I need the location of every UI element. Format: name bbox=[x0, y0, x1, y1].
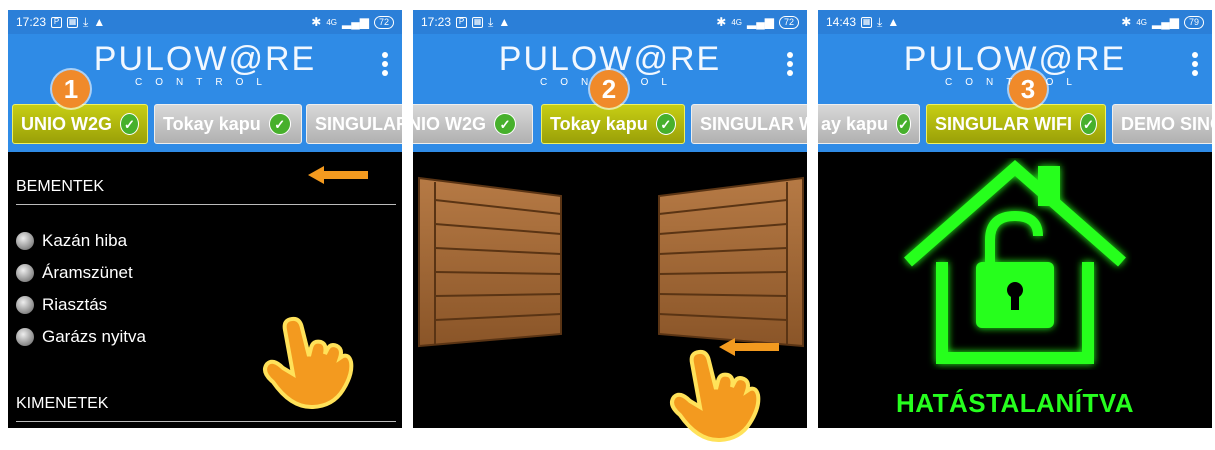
status-time: 17:23 bbox=[421, 15, 452, 29]
swipe-hand-icon bbox=[670, 349, 761, 443]
battery-level: 72 bbox=[778, 15, 799, 29]
grid-icon: ▦ bbox=[861, 16, 873, 28]
tab-tokay-kapu[interactable]: ay kapu ✓ bbox=[818, 104, 920, 144]
bluetooth-icon: ✱ bbox=[716, 15, 727, 29]
security-state-label: HATÁSTALANÍTVA bbox=[895, 388, 1135, 418]
status-led-icon bbox=[16, 328, 34, 346]
swipe-left-arrow-icon bbox=[308, 166, 368, 184]
tab-demo-singular[interactable]: DEMO SING bbox=[1112, 104, 1212, 144]
network-type: 4G bbox=[731, 17, 743, 27]
warning-icon: ▲ bbox=[887, 15, 900, 29]
status-bar: 17:23 P ▦ ⤓ ▲ ✱ 4G ▂▄▆ 72 bbox=[8, 10, 402, 34]
warning-icon: ▲ bbox=[93, 15, 106, 29]
tab-unio-w2g[interactable]: UNIO W2G ✓ bbox=[12, 104, 148, 144]
house-unlocked-icon[interactable] bbox=[898, 158, 1132, 370]
battery-level: 72 bbox=[373, 15, 394, 29]
status-time: 14:43 bbox=[826, 15, 857, 29]
tab-singular[interactable]: SINGULAR bbox=[306, 104, 402, 144]
download-icon: ⤓ bbox=[83, 14, 89, 29]
list-item: Áramszünet bbox=[16, 257, 402, 289]
tab-unio-w2g[interactable]: NIO W2G ✓ bbox=[413, 104, 533, 144]
status-led-icon bbox=[16, 296, 34, 314]
status-bar: 14:43 ▦ ⤓ ▲ ✱ 4G ▂▄▆ 79 bbox=[818, 10, 1212, 34]
tab-tokay-kapu[interactable]: Tokay kapu ✓ bbox=[541, 104, 685, 144]
tab-singular[interactable]: SINGULAR W bbox=[691, 104, 807, 144]
overflow-menu-icon[interactable] bbox=[1192, 52, 1198, 79]
grid-icon: ▦ bbox=[67, 16, 79, 28]
device-panel: BEMENTEK Kazán hiba Áramszünet Riasztás … bbox=[8, 152, 402, 428]
check-icon: ✓ bbox=[494, 113, 517, 135]
step-badge: 3 bbox=[1009, 70, 1047, 108]
overflow-menu-icon[interactable] bbox=[382, 52, 388, 79]
device-tabs: ay kapu ✓ SINGULAR WIFI ✓ DEMO SING bbox=[818, 96, 1212, 152]
check-icon: ✓ bbox=[1080, 113, 1097, 135]
swipe-hand-icon bbox=[263, 316, 354, 410]
check-icon: ✓ bbox=[655, 113, 676, 135]
overflow-menu-icon[interactable] bbox=[787, 52, 793, 79]
alarm-panel bbox=[818, 152, 1212, 428]
signal-icon: ▂▄▆ bbox=[747, 15, 774, 29]
screen-1: 17:23 P ▦ ⤓ ▲ ✱ 4G ▂▄▆ 72 PULOW@RE CONTR… bbox=[8, 10, 402, 428]
bluetooth-icon: ✱ bbox=[311, 15, 322, 29]
check-icon: ✓ bbox=[120, 113, 139, 135]
notification-icon: P bbox=[456, 16, 468, 28]
signal-icon: ▂▄▆ bbox=[342, 15, 369, 29]
bluetooth-icon: ✱ bbox=[1121, 15, 1132, 29]
tab-tokay-kapu[interactable]: Tokay kapu ✓ bbox=[154, 104, 302, 144]
screen-3: 14:43 ▦ ⤓ ▲ ✱ 4G ▂▄▆ 79 PULOW@RE CONTROL… bbox=[818, 10, 1212, 428]
list-item: Kazán hiba bbox=[16, 225, 402, 257]
warning-icon: ▲ bbox=[498, 15, 511, 29]
check-icon: ✓ bbox=[268, 113, 291, 135]
grid-icon: ▦ bbox=[472, 16, 484, 28]
download-icon: ⤓ bbox=[488, 14, 494, 29]
notification-icon: P bbox=[51, 16, 63, 28]
battery-level: 79 bbox=[1183, 15, 1204, 29]
network-type: 4G bbox=[1136, 17, 1148, 27]
signal-icon: ▂▄▆ bbox=[1152, 15, 1179, 29]
network-type: 4G bbox=[326, 17, 338, 27]
step-badge: 1 bbox=[52, 70, 90, 108]
status-bar: 17:23 P ▦ ⤓ ▲ ✱ 4G ▂▄▆ 72 bbox=[413, 10, 807, 34]
step-badge: 2 bbox=[590, 70, 628, 108]
status-time: 17:23 bbox=[16, 15, 47, 29]
download-icon: ⤓ bbox=[877, 14, 883, 29]
status-led-icon bbox=[16, 232, 34, 250]
check-icon: ✓ bbox=[896, 113, 911, 135]
status-led-icon bbox=[16, 264, 34, 282]
tab-singular-wifi[interactable]: SINGULAR WIFI ✓ bbox=[926, 104, 1106, 144]
